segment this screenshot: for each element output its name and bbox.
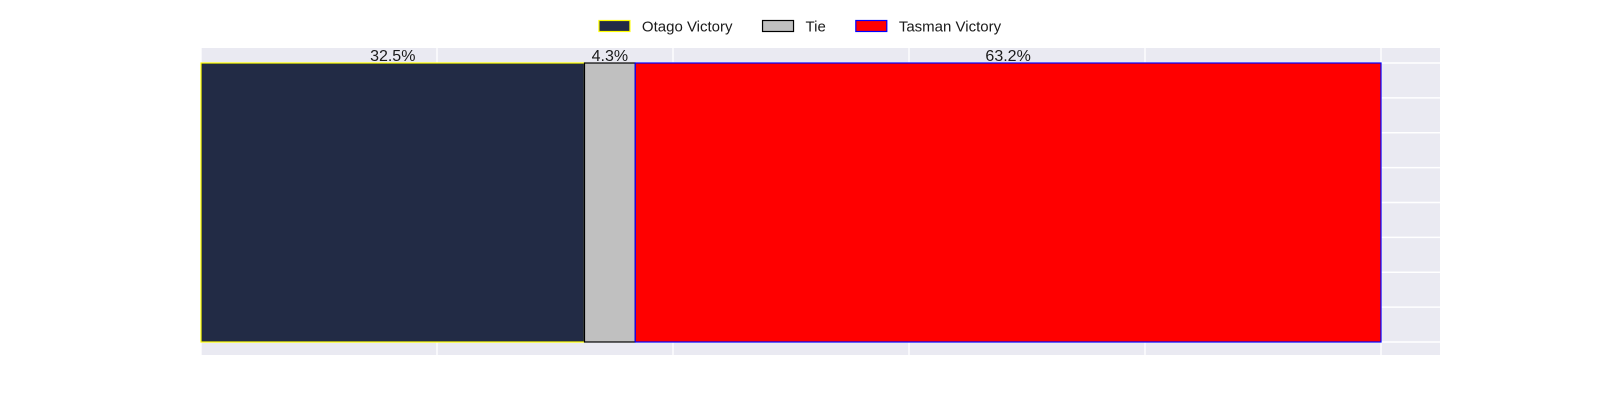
legend-swatch-1 xyxy=(761,19,795,33)
legend-label-0: Otago Victory xyxy=(642,19,733,36)
bars xyxy=(200,62,1382,343)
legend-label-2: Tasman Victory xyxy=(899,19,1002,36)
legend-swatch-2 xyxy=(855,19,888,33)
data-label-2: 63.2% xyxy=(985,48,1030,65)
data-label-1: 4.3% xyxy=(592,48,628,65)
legend-swatch-0 xyxy=(598,19,631,33)
chart-svg: 32.5% 4.3% 63.2% Otago Victory Tie Tasman Vi… xyxy=(200,19,1440,355)
bar-segment-0 xyxy=(200,62,586,343)
legend-label-1: Tie xyxy=(806,19,826,36)
data-label-0: 32.5% xyxy=(370,48,415,65)
chart-container: 32.5% 4.3% 63.2% Otago Victory Tie Tasman Vi… xyxy=(0,0,1600,400)
legend: Otago Victory Tie Tasman Victory xyxy=(598,19,1002,36)
bar-segment-2 xyxy=(634,62,1382,343)
bar-segment-1 xyxy=(583,62,636,343)
